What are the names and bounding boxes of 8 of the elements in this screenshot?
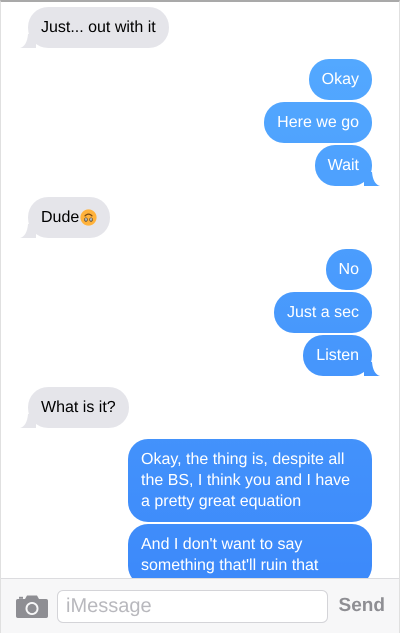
camera-icon[interactable] [16, 594, 48, 618]
message-bubble: Okay [308, 59, 372, 100]
message-bubble: Just a sec [274, 292, 372, 333]
message-bubble: No [326, 249, 372, 290]
message-bubble: Here we go [264, 102, 372, 143]
message-bubble: And I don't want to say something that'll ruin that [128, 524, 372, 578]
message-bubble: Okay, the thing is, despite all the BS, I think you and I have a pretty great equation [128, 439, 372, 522]
message-field[interactable]: iMessage [57, 590, 328, 622]
